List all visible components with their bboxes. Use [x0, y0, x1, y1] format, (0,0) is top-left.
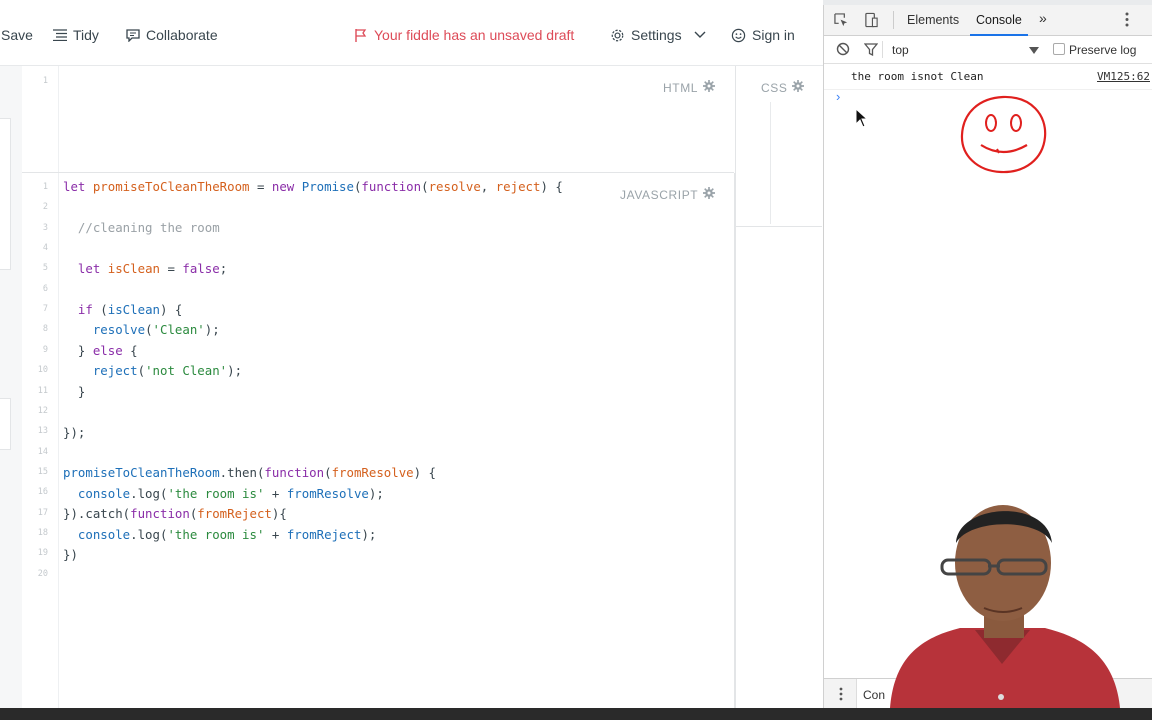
device-icon[interactable] — [864, 12, 879, 31]
javascript-editor-pane[interactable]: 1 2 3 4 5 6 7 8 9 10 11 12 13 14 15 16 17 18 19 20 JAVASCRI… — [22, 173, 735, 708]
code-line: let isClean = false; — [77, 261, 228, 276]
save-button[interactable]: Save — [1, 27, 33, 43]
line-number: 3 — [42, 222, 48, 233]
js-gutter: 1 2 3 4 5 6 7 8 9 10 11 12 13 14 15 16 17 18 19 20 — [22, 173, 59, 708]
mouse-cursor-icon — [855, 108, 869, 128]
console-prompt[interactable]: › — [836, 89, 840, 104]
code-line: if (isClean) { — [77, 302, 183, 317]
line-number: 15 — [37, 466, 48, 477]
chat-icon — [126, 28, 140, 42]
code-line: } — [63, 384, 86, 399]
smiley-face-drawing — [960, 95, 1047, 174]
filter-icon[interactable] — [863, 43, 879, 59]
html-gutter: 1 — [22, 66, 59, 172]
html-pane-label: HTML — [663, 80, 716, 95]
css-label-text: CSS — [761, 80, 788, 95]
settings-label: Settings — [631, 27, 682, 43]
line-number: 4 — [42, 243, 48, 254]
divider — [893, 11, 894, 29]
sign-in-button[interactable]: Sign in — [731, 27, 795, 43]
gear-icon[interactable] — [792, 80, 805, 95]
code-line: }).catch(function(fromReject){ — [63, 506, 287, 521]
presenter-webcam-image — [890, 505, 1120, 708]
html-label-text: HTML — [663, 80, 699, 95]
result-pane[interactable] — [735, 227, 822, 708]
line-number: 7 — [42, 304, 48, 315]
line-number: 12 — [37, 405, 48, 416]
css-pane-label: CSS — [761, 80, 805, 95]
settings-button[interactable]: Settings — [610, 27, 706, 43]
code-line: reject('not Clean'); — [92, 363, 243, 378]
line-number: 1 — [42, 76, 48, 86]
sidebar-tab[interactable] — [0, 398, 11, 450]
gear-icon[interactable] — [703, 80, 716, 95]
line-number: 13 — [37, 426, 48, 437]
more-tabs-button[interactable]: » — [1039, 10, 1047, 26]
tidy-button[interactable]: Tidy — [53, 27, 99, 43]
code-line: console.log('the room is' + fromResolve)… — [77, 486, 384, 501]
save-label: Save — [1, 27, 33, 43]
console-message-text: the room isnot Clean — [851, 70, 984, 83]
flag-icon — [354, 28, 368, 42]
line-number: 11 — [37, 385, 48, 396]
javascript-label-text: JAVASCRIPT — [620, 187, 699, 202]
line-number: 6 — [42, 283, 48, 294]
divider — [882, 41, 883, 58]
smiley-icon — [731, 28, 746, 43]
html-editor-pane[interactable]: 1 HTML — [22, 66, 734, 173]
line-number: 14 — [37, 446, 48, 457]
code-line: }) — [63, 547, 78, 562]
line-number: 2 — [42, 202, 48, 213]
javascript-pane-label: JAVASCRIPT — [620, 187, 716, 202]
sidebar-tab[interactable] — [0, 118, 11, 270]
line-number: 10 — [37, 365, 48, 376]
preserve-log-checkbox[interactable] — [1053, 43, 1065, 55]
line-number: 18 — [37, 527, 48, 538]
line-number: 1 — [42, 182, 48, 192]
tab-elements[interactable]: Elements — [907, 13, 959, 27]
sign-in-label: Sign in — [752, 27, 795, 43]
line-number: 8 — [42, 324, 48, 335]
context-selector[interactable]: top — [892, 43, 909, 57]
css-editor-pane[interactable]: CSS — [735, 66, 822, 227]
gear-icon[interactable] — [703, 187, 716, 202]
console-message-source-link[interactable]: VM125:62 — [1097, 70, 1150, 83]
console-toolbar: top Preserve log — [824, 36, 1152, 64]
code-line: let promiseToCleanTheRoom = new Promise(… — [63, 179, 563, 194]
line-number: 17 — [37, 507, 48, 518]
drawer-menu-icon[interactable] — [839, 687, 843, 704]
console-message: the room isnot Clean VM125:62 — [824, 67, 1152, 90]
code-line: console.log('the room is' + fromReject); — [77, 527, 377, 542]
context-dropdown-icon[interactable] — [1029, 44, 1039, 58]
line-number: 5 — [42, 263, 48, 274]
collaborate-label: Collaborate — [146, 27, 218, 43]
line-number: 9 — [42, 344, 48, 355]
tidy-label: Tidy — [73, 27, 99, 43]
code-line: //cleaning the room — [77, 220, 220, 235]
code-line: promiseToCleanTheRoom.then(function(from… — [63, 465, 437, 480]
code-line: }); — [63, 425, 86, 440]
gear-icon — [610, 28, 625, 43]
inspect-icon[interactable] — [834, 13, 849, 31]
preserve-log-label: Preserve log — [1069, 43, 1137, 57]
chevron-down-icon — [694, 31, 706, 39]
unsaved-draft-notice[interactable]: Your fiddle has an unsaved draft — [354, 27, 574, 43]
fiddle-toolbar: Save Tidy Collaborate Your fiddle has an… — [0, 0, 823, 66]
lines-icon — [53, 29, 67, 41]
video-bottom-bar — [0, 708, 1152, 720]
line-number: 19 — [37, 548, 48, 559]
line-number: 16 — [37, 487, 48, 498]
code-line: resolve('Clean'); — [92, 322, 220, 337]
line-number: 20 — [37, 568, 48, 579]
css-gutter-divider — [770, 102, 771, 224]
devtools-tab-bar: Elements Console » — [824, 5, 1152, 36]
draft-notice-text: Your fiddle has an unsaved draft — [374, 27, 575, 43]
tab-console[interactable]: Console — [970, 13, 1028, 36]
collaborate-button[interactable]: Collaborate — [126, 27, 218, 43]
kebab-menu-icon[interactable] — [1125, 12, 1129, 30]
code-line: } else { — [63, 343, 138, 358]
clear-icon[interactable] — [836, 42, 850, 59]
sidebar-collapsed[interactable] — [0, 66, 23, 708]
